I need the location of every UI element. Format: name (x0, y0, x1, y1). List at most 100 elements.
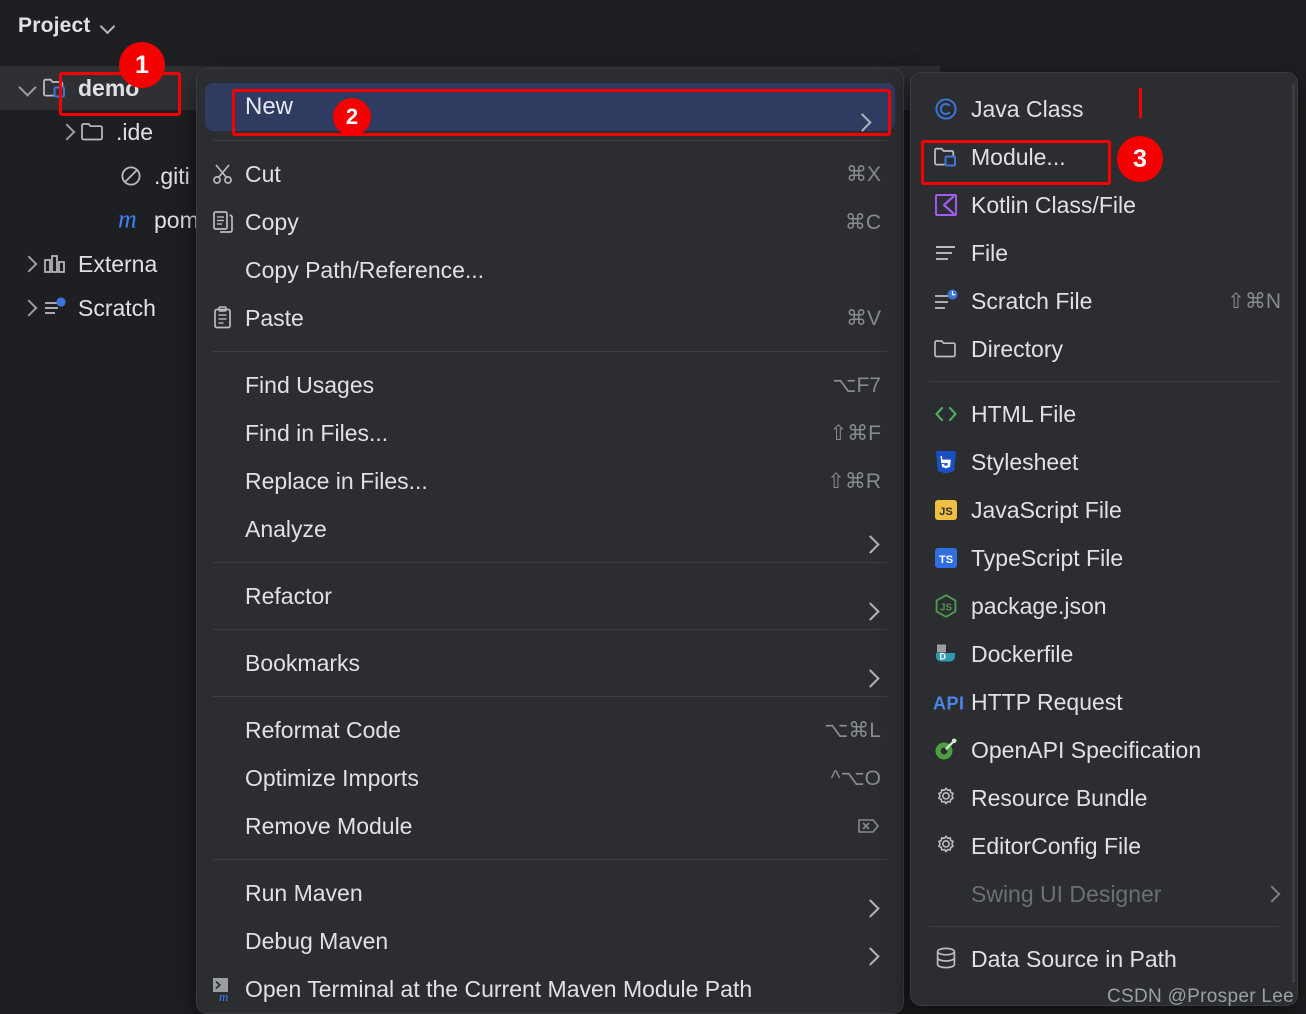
submenu-item-label: Data Source in Path (971, 945, 1177, 972)
submenu-item-dockerfile[interactable]: D Dockerfile (911, 630, 1297, 678)
annotation-badge-2: 2 (333, 98, 371, 136)
module-folder-icon (42, 75, 72, 101)
menu-item-label: Reformat Code (245, 716, 401, 743)
project-tool-window-header[interactable]: Project (18, 14, 115, 38)
new-submenu[interactable]: Java Class Module... Kotlin Class/File File… (910, 72, 1298, 1006)
menu-item-run-maven[interactable]: Run Maven (197, 869, 903, 917)
submenu-item-label: Dockerfile (971, 640, 1074, 667)
screenshot-root: Project demo .ide .giti m pom Externa Scratch … (0, 0, 1306, 1014)
submenu-item-package-json[interactable]: JS package.json (911, 582, 1297, 630)
submenu-item-scratch-file[interactable]: Scratch File ⇧⌘N (911, 277, 1297, 325)
submenu-item-typescript-file[interactable]: TS TypeScript File (911, 534, 1297, 582)
submenu-item-label: Scratch File (971, 287, 1093, 314)
menu-item-label: Analyze (245, 515, 327, 542)
submenu-item-label: JavaScript File (971, 496, 1122, 523)
submenu-item-label: Swing UI Designer (971, 880, 1162, 907)
svg-text:m: m (219, 989, 228, 1002)
menu-icon-spacer (211, 581, 245, 611)
submenu-item-openapi-specification[interactable]: OpenAPI Specification (911, 726, 1297, 774)
menu-item-optimize-imports[interactable]: Optimize Imports ^⌥O (197, 754, 903, 802)
menu-item-bookmarks[interactable]: Bookmarks (197, 639, 903, 687)
terminal-maven-icon: m (211, 974, 245, 1004)
menu-item-analyze[interactable]: Analyze (197, 505, 903, 553)
twisty-right-icon[interactable] (16, 295, 42, 321)
menu-item-shortcut: ⌘V (845, 306, 881, 330)
menu-item-find-usages[interactable]: Find Usages ⌥F7 (197, 361, 903, 409)
submenu-item-editorconfig-file[interactable]: EditorConfig File (911, 822, 1297, 870)
menu-icon-spacer (211, 811, 245, 841)
menu-item-shortcut: ⌥F7 (832, 373, 881, 397)
submenu-item-directory[interactable]: Directory (911, 325, 1297, 373)
submenu-item-shortcut: ⇧⌘N (1227, 289, 1281, 313)
submenu-item-file[interactable]: File (911, 229, 1297, 277)
submenu-item-kotlin-class-file[interactable]: Kotlin Class/File (911, 181, 1297, 229)
twisty-right-icon[interactable] (16, 251, 42, 277)
gear-icon (933, 831, 971, 861)
menu-item-open-terminal-at-the-current-maven-module-path[interactable]: m Open Terminal at the Current Maven Modu… (197, 965, 903, 1013)
menu-item-refactor[interactable]: Refactor (197, 572, 903, 620)
menu-item-new[interactable]: New (205, 83, 895, 131)
menu-icon-spacer (211, 763, 245, 793)
submenu-item-label: HTML File (971, 400, 1077, 427)
submenu-item-label: Module... (971, 143, 1066, 170)
menu-icon-spacer (211, 418, 245, 448)
submenu-item-label: Kotlin Class/File (971, 191, 1136, 218)
submenu-separator (929, 926, 1279, 927)
menu-item-label: Bookmarks (245, 649, 361, 676)
tree-item-label: pom (154, 206, 199, 233)
submenu-separator (929, 381, 1279, 382)
menu-item-shortcut: ⇧⌘R (827, 469, 881, 493)
module-folder-icon (933, 142, 971, 172)
menu-item-reformat-code[interactable]: Reformat Code ⌥⌘L (197, 706, 903, 754)
submenu-item-html-file[interactable]: HTML File (911, 390, 1297, 438)
menu-item-debug-maven[interactable]: Debug Maven (197, 917, 903, 965)
menu-separator (213, 562, 887, 563)
menu-item-replace-in-files[interactable]: Replace in Files... ⇧⌘R (197, 457, 903, 505)
file-lines-icon (933, 238, 971, 268)
menu-icon-spacer (211, 878, 245, 908)
submenu-item-label: HTTP Request (971, 688, 1123, 715)
submenu-item-javascript-file[interactable]: JS JavaScript File (911, 486, 1297, 534)
chevron-down-icon[interactable] (101, 19, 115, 33)
menu-icon-spacer (211, 514, 245, 544)
menu-item-copy[interactable]: Copy ⌘C (197, 198, 903, 246)
folder-icon (80, 119, 110, 145)
gitignore-icon (118, 163, 148, 189)
context-menu[interactable]: New Cut ⌘X Copy ⌘C Copy Path/Reference... Past… (196, 68, 904, 1014)
menu-icon-spacer (211, 648, 245, 678)
annotation-badge-1: 1 (119, 42, 165, 88)
submenu-item-label: Stylesheet (971, 448, 1079, 475)
external-libs-icon (42, 251, 72, 277)
menu-icon-spacer (211, 92, 245, 122)
html-icon (933, 399, 971, 429)
annotation-badge-3: 3 (1117, 136, 1163, 182)
twisty-down-icon[interactable] (16, 75, 42, 101)
menu-item-find-in-files[interactable]: Find in Files... ⇧⌘F (197, 409, 903, 457)
submenu-item-module[interactable]: Module... (911, 133, 1297, 181)
menu-icon-spacer (211, 715, 245, 745)
menu-item-copy-path-reference[interactable]: Copy Path/Reference... (197, 246, 903, 294)
annotation-tick-line (1139, 88, 1142, 118)
gear-icon (933, 783, 971, 813)
menu-item-remove-module[interactable]: Remove Module (197, 802, 903, 850)
menu-item-label: Open Terminal at the Current Maven Modul… (245, 975, 753, 1002)
submenu-item-resource-bundle[interactable]: Resource Bundle (911, 774, 1297, 822)
menu-icon-spacer (211, 466, 245, 496)
submenu-item-stylesheet[interactable]: Stylesheet (911, 438, 1297, 486)
menu-item-paste[interactable]: Paste ⌘V (197, 294, 903, 342)
submenu-item-data-source-in-path[interactable]: Data Source in Path (911, 935, 1297, 983)
menu-item-shortcut: ⌘X (845, 162, 881, 186)
twisty-right-icon[interactable] (54, 119, 80, 145)
menu-item-label: Optimize Imports (245, 764, 419, 791)
chevron-right-icon (1263, 884, 1281, 904)
submenu-item-java-class[interactable]: Java Class (911, 85, 1297, 133)
css-icon (933, 447, 971, 477)
menu-item-label: Copy Path/Reference... (245, 256, 485, 283)
menu-item-cut[interactable]: Cut ⌘X (197, 150, 903, 198)
submenu-item-label: File (971, 239, 1009, 266)
copy-icon (211, 207, 245, 237)
submenu-item-http-request[interactable]: API HTTP Request (911, 678, 1297, 726)
menu-icon-spacer (211, 926, 245, 956)
submenu-item-swing-ui-designer: Swing UI Designer (911, 870, 1297, 918)
menu-item-label: Run Maven (245, 879, 363, 906)
